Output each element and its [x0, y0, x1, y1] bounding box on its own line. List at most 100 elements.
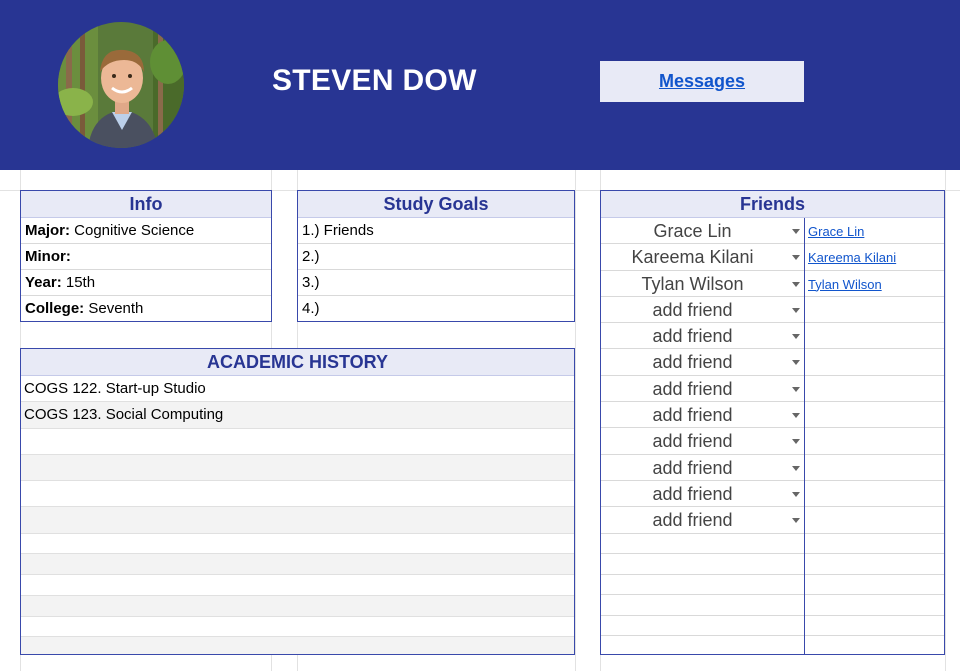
friend-link-cell: Kareema Kilani	[805, 244, 944, 271]
friend-link-cell[interactable]	[805, 507, 944, 534]
friend-dropdown-value: Kareema Kilani	[631, 247, 754, 268]
messages-box: Messages	[600, 61, 804, 102]
friend-link-column: Grace Lin Kareema Kilani Tylan Wilson	[805, 218, 944, 654]
chevron-down-icon[interactable]	[792, 386, 800, 392]
chevron-down-icon[interactable]	[792, 229, 800, 234]
friends-title: Friends	[601, 191, 944, 218]
academic-history-panel: ACADEMIC HISTORY COGS 122. Start-up Stud…	[20, 348, 575, 655]
info-title: Info	[21, 191, 271, 218]
messages-link[interactable]: Messages	[659, 71, 745, 92]
chevron-down-icon[interactable]	[792, 334, 800, 340]
study-goal-item[interactable]: 2.)	[298, 244, 574, 270]
course-row[interactable]	[21, 595, 574, 617]
academic-history-title: ACADEMIC HISTORY	[21, 349, 574, 376]
empty-cell[interactable]	[805, 616, 944, 637]
column-divider	[945, 170, 946, 671]
empty-cell[interactable]	[601, 616, 804, 637]
friend-dropdown[interactable]: Kareema Kilani	[601, 244, 804, 271]
study-goal-item[interactable]: 3.)	[298, 270, 574, 296]
friend-dropdown[interactable]: add friend	[601, 507, 804, 534]
study-goal-item[interactable]: 4.)	[298, 296, 574, 322]
friend-dropdown[interactable]: Grace Lin	[601, 218, 804, 245]
chevron-down-icon[interactable]	[792, 491, 800, 497]
chevron-down-icon[interactable]	[792, 518, 800, 524]
friend-link-cell[interactable]	[805, 376, 944, 403]
chevron-down-icon[interactable]	[792, 281, 800, 287]
profile-header: STEVEN DOW Messages	[0, 0, 960, 170]
friend-dropdown[interactable]: add friend	[601, 402, 804, 429]
friends-columns: Grace Lin Kareema Kilani Tylan Wilson ad…	[601, 218, 944, 654]
info-value: Cognitive Science	[70, 222, 195, 239]
info-value: 15th	[61, 274, 96, 291]
friend-dropdown[interactable]: add friend	[601, 349, 804, 376]
friend-dropdown-value: add friend	[652, 431, 733, 452]
friend-dropdown[interactable]: add friend	[601, 481, 804, 508]
friend-dropdown-value: add friend	[652, 405, 733, 426]
empty-cell[interactable]	[805, 534, 944, 555]
info-row-college[interactable]: College: Seventh	[21, 296, 271, 322]
course-row[interactable]	[21, 481, 574, 508]
profile-photo	[58, 22, 184, 148]
chevron-down-icon[interactable]	[792, 439, 800, 445]
course-row[interactable]	[21, 617, 574, 638]
friend-dropdown-value: add friend	[652, 326, 733, 347]
course-row[interactable]	[21, 507, 574, 534]
friend-link[interactable]: Grace Lin	[808, 224, 864, 239]
friend-link-cell: Tylan Wilson	[805, 271, 944, 297]
friend-dropdown[interactable]: add friend	[601, 428, 804, 455]
info-row-year[interactable]: Year: 15th	[21, 270, 271, 296]
friend-link[interactable]: Tylan Wilson	[808, 277, 882, 292]
info-panel: Info Major: Cognitive Science Minor: Yea…	[20, 190, 272, 322]
friend-dropdown[interactable]: add friend	[601, 297, 804, 324]
empty-cell[interactable]	[601, 595, 804, 616]
chevron-down-icon[interactable]	[792, 413, 800, 419]
empty-cell[interactable]	[601, 575, 804, 596]
chevron-down-icon[interactable]	[792, 465, 800, 471]
course-row[interactable]	[21, 454, 574, 482]
friend-link[interactable]: Kareema Kilani	[808, 250, 896, 265]
chevron-down-icon[interactable]	[792, 307, 800, 313]
course-row[interactable]	[21, 554, 574, 576]
study-goals-panel: Study Goals 1.) Friends 2.) 3.) 4.)	[297, 190, 575, 322]
info-row-major[interactable]: Major: Cognitive Science	[21, 218, 271, 244]
friend-dropdown-column: Grace Lin Kareema Kilani Tylan Wilson ad…	[601, 218, 805, 654]
study-goals-title: Study Goals	[298, 191, 574, 218]
friend-dropdown-value: add friend	[652, 299, 733, 320]
info-label: College:	[25, 300, 85, 317]
friend-dropdown-value: add friend	[652, 352, 733, 373]
info-value: Seventh	[84, 300, 144, 317]
info-row-minor[interactable]: Minor:	[21, 244, 271, 270]
friend-dropdown-value: add friend	[652, 483, 733, 504]
course-row[interactable]: COGS 122. Start-up Studio	[21, 376, 574, 403]
friend-dropdown[interactable]: add friend	[601, 376, 804, 403]
empty-cell[interactable]	[601, 554, 804, 575]
empty-cell[interactable]	[805, 575, 944, 596]
friend-link-cell[interactable]	[805, 402, 944, 429]
course-row[interactable]	[21, 637, 574, 654]
friend-dropdown[interactable]: Tylan Wilson	[601, 271, 804, 297]
chevron-down-icon[interactable]	[792, 255, 800, 261]
friend-dropdown[interactable]: add friend	[601, 455, 804, 481]
friend-link-cell[interactable]	[805, 455, 944, 481]
friend-link-cell[interactable]	[805, 481, 944, 508]
friend-dropdown-value: add friend	[652, 378, 733, 399]
course-row[interactable]	[21, 575, 574, 596]
friend-dropdown-value: Grace Lin	[653, 221, 732, 241]
course-row[interactable]: COGS 123. Social Computing	[21, 402, 574, 429]
column-divider	[575, 170, 576, 671]
empty-cell[interactable]	[601, 534, 804, 555]
friend-dropdown-value: add friend	[652, 510, 733, 531]
friend-link-cell[interactable]	[805, 349, 944, 376]
friend-link-cell[interactable]	[805, 323, 944, 350]
study-goal-item[interactable]: 1.) Friends	[298, 218, 574, 244]
friend-link-cell[interactable]	[805, 297, 944, 324]
friend-link-cell[interactable]	[805, 428, 944, 455]
info-label: Minor:	[25, 248, 71, 265]
friend-dropdown[interactable]: add friend	[601, 323, 804, 350]
friend-dropdown-value: Tylan Wilson	[641, 273, 744, 294]
chevron-down-icon[interactable]	[792, 360, 800, 366]
course-row[interactable]	[21, 534, 574, 555]
empty-cell[interactable]	[805, 554, 944, 575]
empty-cell[interactable]	[805, 595, 944, 616]
course-row[interactable]	[21, 429, 574, 455]
